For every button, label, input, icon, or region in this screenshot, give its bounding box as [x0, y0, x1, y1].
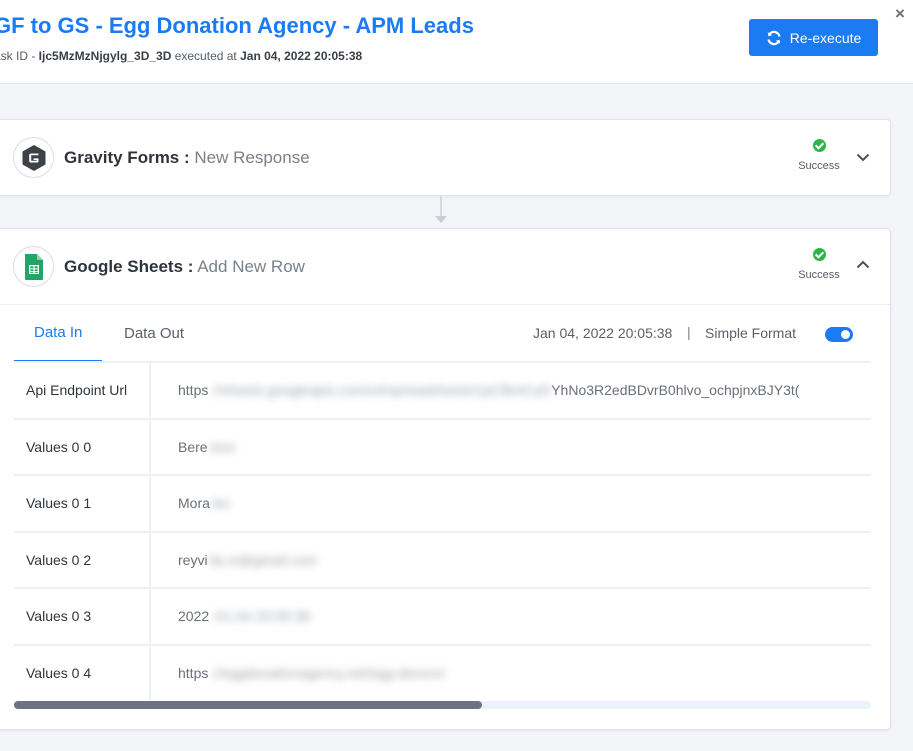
- value-redacted: -01-04 20:05:38: [211, 608, 311, 625]
- row-value: https://sheets.googleapis.com/v4/spreads…: [178, 363, 871, 418]
- table-row: Values 0 3 2022 -01-04 20:05:38: [14, 587, 871, 644]
- value-visible: 2022: [178, 608, 210, 625]
- row-value: https://eggdonationagency.net/egg-donors…: [178, 646, 871, 701]
- executed-at-time: Jan 04, 2022 20:05:38: [240, 49, 363, 63]
- row-key: Values 0 4: [14, 645, 151, 700]
- step-app-name: Gravity Forms :: [64, 148, 190, 167]
- value-visible: reyvi: [178, 551, 208, 568]
- task-id-prefix: ask ID -: [0, 49, 36, 63]
- success-check-icon: [812, 248, 826, 261]
- status-label: Success: [798, 269, 840, 281]
- refresh-icon: [767, 30, 781, 45]
- step-event-name: New Response: [194, 148, 310, 167]
- status-badge: Success: [795, 139, 843, 172]
- separator: |: [687, 324, 691, 340]
- arrow-down-icon: [435, 216, 447, 223]
- table-row: Values 0 0 Bere nice: [14, 417, 871, 475]
- value-redacted: les: [211, 495, 230, 512]
- row-key: Values 0 3: [14, 589, 151, 644]
- row-key: Values 0 1: [14, 476, 151, 531]
- table-row: Values 0 4 https://eggdonationagency.net…: [14, 643, 871, 701]
- value-visible: https: [178, 664, 209, 681]
- value-redacted: lla.m@gmail.com: [209, 551, 318, 568]
- value-visible: https: [178, 382, 209, 399]
- value-redacted: ://sheets.googleapis.com/v4/spreadsheets…: [210, 382, 552, 399]
- step-app-name: Google Sheets :: [64, 257, 194, 276]
- executed-at-label: executed at: [171, 49, 241, 63]
- chevron-up-icon[interactable]: [855, 257, 871, 273]
- close-icon[interactable]: ×: [895, 5, 909, 22]
- status-label: Success: [798, 160, 840, 172]
- success-check-icon: [812, 139, 826, 152]
- re-execute-button[interactable]: Re-execute: [749, 19, 878, 56]
- task-id: Ijc5MzMzNjgylg_3D_3D: [38, 49, 172, 63]
- data-in-table: Api Endpoint Url https://sheets.googleap…: [14, 361, 871, 700]
- value-redacted: nice: [209, 438, 236, 455]
- row-value: reyvi lla.m@gmail.com: [178, 533, 871, 588]
- value-visible: Mora: [178, 495, 210, 512]
- detail-tabs-bar: Data In Data Out Jan 04, 2022 20:05:38 |…: [0, 304, 890, 362]
- page-title: GF to GS - Egg Donation Agency - APM Lea…: [0, 13, 474, 38]
- step-card-gravity-forms[interactable]: Gravity Forms : New Response Success: [0, 119, 891, 196]
- page-header: GF to GS - Egg Donation Agency - APM Lea…: [0, 0, 913, 84]
- simple-format-toggle[interactable]: [825, 327, 853, 342]
- tab-data-in[interactable]: Data In: [14, 305, 103, 362]
- step-event-name: Add New Row: [197, 257, 305, 276]
- simple-format-label: Simple Format: [705, 325, 797, 341]
- table-row: Api Endpoint Url https://sheets.googleap…: [14, 361, 871, 418]
- step-title: Gravity Forms : New Response: [64, 148, 310, 168]
- chevron-down-icon[interactable]: [855, 149, 871, 165]
- step-title: Google Sheets : Add New Row: [64, 257, 305, 277]
- row-value: 2022 -01-04 20:05:38: [178, 589, 871, 644]
- row-key: Api Endpoint Url: [14, 363, 151, 418]
- horizontal-scrollbar[interactable]: [14, 701, 871, 709]
- row-key: Values 0 0: [14, 419, 151, 474]
- table-row: Values 0 2 reyvi lla.m@gmail.com: [14, 530, 871, 588]
- tab-data-out[interactable]: Data Out: [104, 305, 204, 362]
- value-tail: YhNo3R2edBDvrB0hlvo_ochpjnxBJY3t(: [551, 382, 800, 399]
- scrollbar-thumb[interactable]: [14, 701, 482, 709]
- execution-timestamp: Jan 04, 2022 20:05:38: [533, 325, 673, 341]
- google-sheets-logo-icon: [13, 246, 54, 287]
- row-value: Bere nice: [178, 420, 871, 475]
- row-value: Mora les: [178, 476, 871, 531]
- row-key: Values 0 2: [14, 532, 151, 587]
- table-row: Values 0 1 Mora les: [14, 474, 871, 531]
- re-execute-label: Re-execute: [789, 29, 862, 46]
- step-card-google-sheets[interactable]: Google Sheets : Add New Row Success Data…: [0, 228, 891, 730]
- value-visible: Bere: [178, 438, 208, 455]
- status-badge: Success: [795, 248, 843, 281]
- value-redacted: ://eggdonationagency.net/egg-donors/: [210, 664, 446, 681]
- gravity-forms-logo-icon: [13, 137, 54, 178]
- task-info: ask ID - Ijc5MzMzNjgylg_3D_3D executed a…: [0, 49, 362, 63]
